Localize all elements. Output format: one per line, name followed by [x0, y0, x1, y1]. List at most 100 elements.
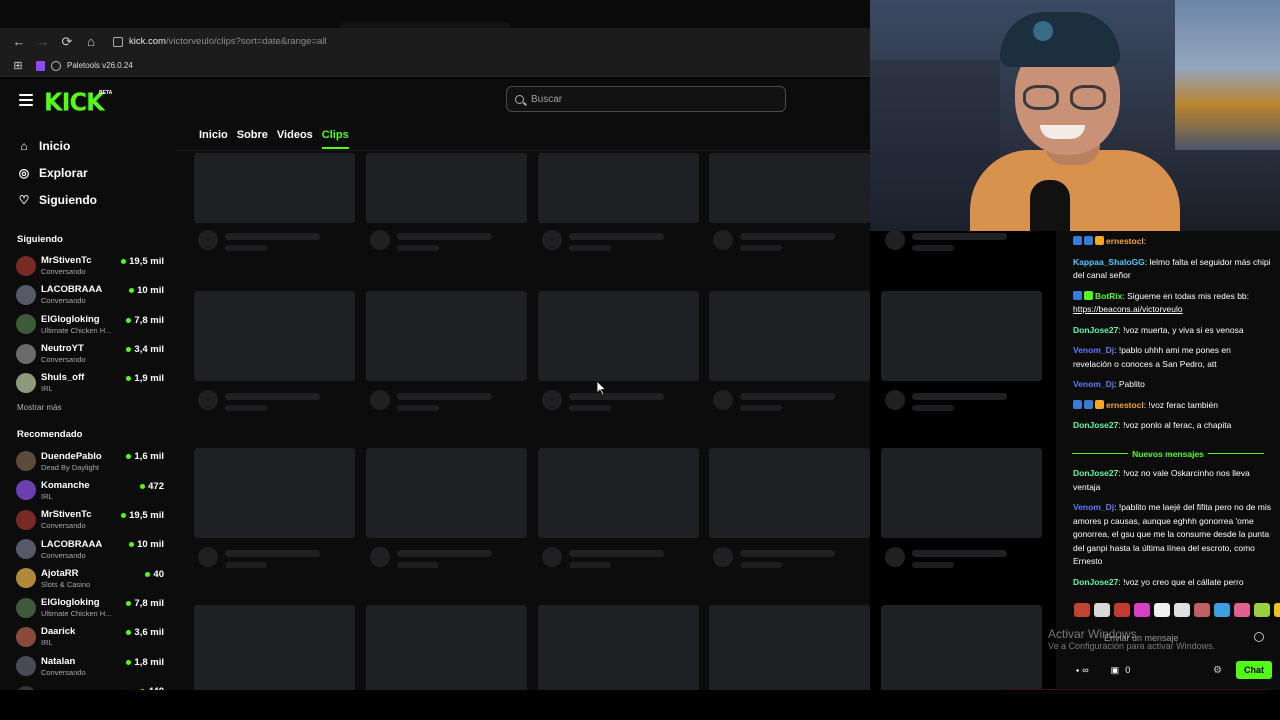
chat-username[interactable]: DonJose27	[1073, 325, 1118, 335]
clip-card-placeholder[interactable]	[538, 291, 699, 411]
new-messages-divider[interactable]: Nuevos mensajes	[1068, 447, 1268, 460]
clip-card-placeholder[interactable]	[881, 291, 1042, 411]
nav-item-inicio[interactable]: ⌂ Inicio	[0, 132, 176, 159]
channel-row[interactable]: Komanche IRL 472	[0, 476, 176, 505]
chat-username[interactable]: Kappaa_ShaloGG	[1073, 257, 1145, 267]
emote-icon[interactable]	[1214, 603, 1230, 617]
channel-row[interactable]: LACOBRAAA Conversando 10 mil	[0, 280, 176, 309]
clip-card-placeholder[interactable]	[194, 448, 355, 568]
emote-icon[interactable]	[1174, 603, 1190, 617]
channel-row[interactable]: ElGlogloking Ultimate Chicken H... 7,8 mil	[0, 593, 176, 622]
clip-card-placeholder[interactable]	[366, 448, 527, 568]
clip-card-placeholder[interactable]	[709, 153, 870, 251]
emote-icon[interactable]	[1254, 603, 1270, 617]
emote-icon[interactable]	[1134, 603, 1150, 617]
points-display[interactable]: ⬩ ∞	[1076, 665, 1089, 676]
chat-username[interactable]: ernestocl	[1106, 400, 1144, 410]
channel-row[interactable]: XANGLEE440	[0, 681, 176, 690]
chat-badge-icon	[1073, 236, 1082, 245]
store-display[interactable]: ▣ 0	[1111, 665, 1131, 676]
home-icon[interactable]: ⌂	[79, 30, 103, 54]
apps-grid-icon[interactable]: ⊞	[0, 59, 36, 72]
emote-icon[interactable]	[1094, 603, 1110, 617]
bookmark-paletools[interactable]: Paletools v26.0.24	[51, 60, 133, 71]
clip-card-placeholder[interactable]	[194, 605, 355, 690]
title-placeholder	[397, 233, 492, 240]
clip-card-placeholder[interactable]	[194, 291, 355, 411]
clip-card-placeholder[interactable]	[538, 448, 699, 568]
clip-card-placeholder[interactable]	[881, 605, 1042, 690]
following-title: Siguiendo	[17, 234, 63, 245]
channel-row[interactable]: MrStivenTc Conversando 19,5 mil	[0, 251, 176, 280]
channel-row[interactable]: AjotaRR Slots & Casino 40	[0, 564, 176, 593]
clip-card-placeholder[interactable]	[366, 605, 527, 690]
twitch-bookmark-icon[interactable]	[36, 60, 45, 71]
channel-row[interactable]: DuendePablo Dead By Daylight 1,6 mil	[0, 446, 176, 475]
channel-row[interactable]: Daarick IRL 3,6 mil	[0, 622, 176, 651]
channel-row[interactable]: Natalan Conversando 1,8 mil	[0, 652, 176, 681]
clip-card-placeholder[interactable]	[194, 153, 355, 251]
chat-badge-icon	[1095, 399, 1104, 409]
chat-username[interactable]: BotRix	[1095, 291, 1122, 301]
title-placeholder	[569, 393, 664, 400]
reload-icon[interactable]: ⟳	[55, 30, 79, 54]
emote-icon[interactable]	[1154, 603, 1170, 617]
clip-card-placeholder[interactable]	[709, 605, 870, 690]
title-placeholder	[912, 393, 1007, 400]
emote-icon[interactable]	[1114, 603, 1130, 617]
chat-username[interactable]: DonJose27	[1073, 420, 1118, 430]
show-more-link[interactable]: Mostrar más	[0, 403, 176, 412]
nav-item-explorar[interactable]: ◎ Explorar	[0, 159, 176, 186]
search-input[interactable]	[531, 93, 751, 105]
clip-card-placeholder[interactable]	[709, 448, 870, 568]
live-dot-icon	[121, 259, 127, 264]
tab-sobre[interactable]: Sobre	[237, 129, 268, 149]
forward-arrow-icon[interactable]: →	[31, 30, 55, 54]
meta-placeholder	[912, 245, 954, 251]
channel-row[interactable]: LACOBRAAA Conversando 10 mil	[0, 534, 176, 563]
chat-link[interactable]: https://beacons.ai/victorveulo	[1073, 304, 1183, 314]
clip-card-placeholder[interactable]	[538, 605, 699, 690]
url-host: kick.com	[129, 36, 166, 47]
chat-username[interactable]: Venom_Dj	[1073, 345, 1114, 355]
meta-placeholder	[397, 245, 439, 251]
emote-icon[interactable]	[1194, 603, 1210, 617]
address-bar[interactable]: kick.com/victorveulo/clips?sort=date&ran…	[113, 31, 327, 53]
clip-card-placeholder[interactable]	[538, 153, 699, 251]
clip-card-placeholder[interactable]	[709, 291, 870, 411]
chat-username[interactable]: DonJose27	[1073, 577, 1118, 587]
kick-logo[interactable]: KICK	[44, 87, 105, 116]
meta-placeholder	[569, 562, 611, 568]
chat-username[interactable]: DonJose27	[1073, 468, 1118, 478]
channel-row[interactable]: NeutroYT Conversando 3,4 mil	[0, 339, 176, 368]
back-arrow-icon[interactable]: ←	[7, 30, 31, 54]
emote-icon[interactable]	[1074, 603, 1090, 617]
emoji-icon[interactable]	[1254, 632, 1264, 642]
beta-badge: BETA	[99, 90, 113, 96]
tab-videos[interactable]: Videos	[277, 129, 313, 149]
site-header: KICK BETA	[0, 78, 870, 124]
viewer-count: 1,9 mil	[126, 373, 164, 384]
clip-card-placeholder[interactable]	[366, 153, 527, 251]
following-list: MrStivenTc Conversando 19,5 mil LACOBRAAA Co…	[0, 251, 176, 397]
channel-text: Daarick IRL	[41, 626, 127, 647]
channel-row[interactable]: MrStivenTc Conversando 19,5 mil	[0, 505, 176, 534]
search-box[interactable]	[506, 86, 786, 112]
settings-gear-icon[interactable]: ⚙	[1213, 665, 1222, 676]
clip-card-placeholder[interactable]	[366, 291, 527, 411]
chat-username[interactable]: Venom_Dj	[1073, 502, 1114, 512]
clip-card-placeholder[interactable]	[881, 448, 1042, 568]
emote-icon[interactable]	[1234, 603, 1250, 617]
tab-clips[interactable]: Clips	[321, 129, 349, 149]
channel-row[interactable]: ElGlogloking Ultimate Chicken H... 7,8 mil	[0, 310, 176, 339]
chat-send-button[interactable]: Chat	[1236, 661, 1272, 679]
emote-icon[interactable]	[1274, 603, 1280, 617]
site-info-icon[interactable]	[113, 36, 123, 47]
chat-username[interactable]: ernestocl	[1106, 236, 1144, 246]
tab-inicio[interactable]: Inicio	[199, 129, 228, 149]
channel-row[interactable]: Shuls_off IRL 1,9 mil	[0, 368, 176, 397]
nav-item-siguiendo[interactable]: ♡ Siguiendo	[0, 186, 176, 213]
bottom-black-bar	[0, 690, 1280, 720]
menu-icon[interactable]	[19, 94, 33, 106]
chat-username[interactable]: Venom_Dj	[1073, 379, 1114, 389]
